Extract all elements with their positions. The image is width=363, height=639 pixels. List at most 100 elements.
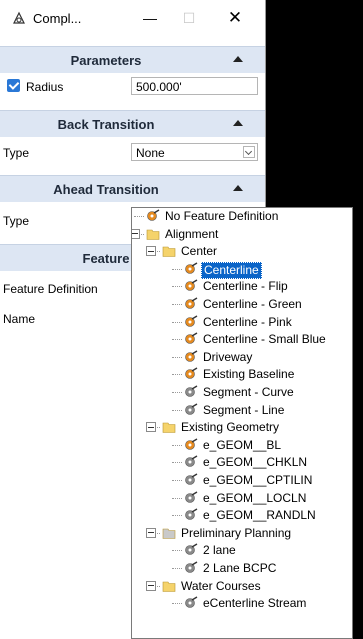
ahead-type-label: Type [3, 214, 30, 228]
feature-definition-icon [146, 209, 160, 223]
tree-item-label: Preliminary Planning [181, 525, 292, 540]
tree-connector [172, 603, 182, 605]
back-transition-header-label: Back Transition [57, 117, 155, 132]
tree-item-label: Segment - Curve [203, 385, 294, 399]
tree-item[interactable]: Centerline - Pink [132, 314, 352, 331]
ahead-transition-header-label: Ahead Transition [53, 182, 159, 197]
collapse-caret-icon[interactable] [233, 120, 243, 126]
radius-label: Radius [26, 80, 64, 94]
maximize-button[interactable]: ☐ [176, 6, 202, 30]
minimize-button[interactable]: — [137, 6, 163, 30]
back-type-value: None [136, 146, 165, 160]
ahead-transition-header[interactable]: Ahead Transition [0, 175, 265, 202]
tree-item-label: Segment - Line [203, 402, 285, 417]
back-transition-header[interactable]: Back Transition [0, 110, 265, 137]
tree-item-label: Existing Geometry [181, 420, 280, 435]
tree-item-label: e_GEOM__CPTILIN [203, 473, 313, 487]
feature-definition-icon [184, 473, 198, 487]
chevron-down-icon[interactable] [243, 146, 255, 158]
name-label: Name [3, 312, 36, 326]
back-type-label: Type [3, 146, 30, 160]
tree-connector [172, 356, 182, 358]
folder-icon [146, 227, 160, 241]
tree-item[interactable]: eCenterline Stream [132, 595, 352, 612]
close-button[interactable]: ✕ [222, 6, 248, 30]
tree-item-label: 2 Lane BCPC [203, 561, 277, 575]
collapse-toggle-icon[interactable] [146, 422, 156, 433]
tree-item-label: Centerline - Green [203, 297, 302, 311]
feature-definition-icon [184, 385, 198, 399]
tree-item-label: e_GEOM__LOCLN [203, 490, 307, 505]
tree-item[interactable]: Centerline - Flip [132, 278, 352, 295]
tree-item-label: Existing Baseline [203, 367, 295, 382]
back-type-select[interactable]: None [131, 143, 258, 161]
tree-item[interactable]: Center [132, 243, 352, 260]
parameters-header-label: Parameters [70, 53, 142, 68]
folder-icon [162, 526, 176, 540]
title-bar: Compl... — ☐ ✕ [0, 0, 265, 36]
tree-item[interactable]: 2 Lane BCPC [132, 560, 352, 577]
radius-input[interactable]: 500.000' [131, 77, 258, 95]
collapse-toggle-icon[interactable] [146, 246, 156, 257]
tree-item[interactable]: Segment - Line [132, 402, 352, 419]
parameters-header[interactable]: Parameters [0, 46, 265, 73]
feature-definition-icon [184, 490, 198, 505]
feature-definition-icon [184, 402, 198, 417]
tree-connector [172, 550, 182, 552]
app-icon [13, 11, 25, 24]
tree-item[interactable]: 2 lane [132, 542, 352, 559]
tree-connector [172, 409, 182, 411]
tree-item[interactable]: Existing Geometry [132, 419, 352, 436]
tree-connector [172, 321, 182, 323]
folder-icon [162, 244, 176, 258]
tree-connector [172, 444, 182, 446]
feature-definition-icon [184, 543, 198, 557]
feature-definition-icon [184, 332, 198, 346]
back-type-row: Type None [0, 140, 265, 166]
tree-connector [172, 339, 182, 341]
tree-item-label: e_GEOM__RANDLN [203, 508, 316, 523]
tree-item[interactable]: e_GEOM__BL [132, 437, 352, 454]
collapse-toggle-icon[interactable] [146, 527, 156, 538]
tree-item[interactable]: Water Courses [132, 578, 352, 595]
folder-icon [162, 420, 176, 434]
tree-item-label: e_GEOM__BL [203, 437, 282, 452]
feature-definition-icon [184, 508, 198, 522]
tree-connector [172, 268, 182, 270]
collapse-caret-icon[interactable] [233, 56, 243, 62]
collapse-caret-icon[interactable] [233, 185, 243, 191]
feature-definition-icon [184, 561, 198, 575]
tree-item[interactable]: Centerline - Green [132, 296, 352, 313]
tree-item[interactable]: Driveway [132, 349, 352, 366]
tree-item[interactable]: Centerline - Small Blue [132, 331, 352, 348]
radius-row: Radius 500.000' [0, 74, 265, 100]
feature-definition-icon [184, 262, 198, 276]
tree-connector [172, 480, 182, 481]
tree-connector [134, 216, 144, 217]
tree-item-label: Alignment [165, 226, 219, 241]
radius-checkbox[interactable] [7, 79, 20, 92]
feature-definition-icon [184, 367, 198, 381]
tree-item-label: Centerline - Flip [203, 279, 288, 294]
tree-connector [172, 392, 182, 393]
tree-item[interactable]: Alignment [132, 226, 352, 243]
tree-item[interactable]: No Feature Definition [132, 208, 352, 225]
window-title: Compl... [33, 11, 82, 26]
tree-connector [172, 374, 182, 376]
tree-item[interactable]: Preliminary Planning [132, 525, 352, 542]
feature-definition-tree[interactable]: No Feature Definition Alignment Center Cent… [131, 207, 353, 639]
feature-definition-icon [184, 314, 198, 329]
tree-item[interactable]: e_GEOM__RANDLN [132, 507, 352, 524]
collapse-toggle-icon[interactable] [146, 580, 156, 591]
tree-item[interactable]: e_GEOM__CHKLN [132, 454, 352, 471]
tree-item[interactable]: e_GEOM__CPTILIN [132, 472, 352, 489]
tree-item[interactable]: e_GEOM__LOCLN [132, 490, 352, 507]
tree-connector [172, 568, 182, 569]
folder-icon [162, 579, 176, 593]
feature-definition-icon [184, 596, 198, 610]
tree-item[interactable]: Segment - Curve [132, 384, 352, 401]
tree-item[interactable]: Centerline [132, 261, 352, 279]
tree-item[interactable]: Existing Baseline [132, 366, 352, 383]
tree-item-label: eCenterline Stream [203, 596, 307, 611]
collapse-toggle-icon[interactable] [132, 228, 140, 239]
